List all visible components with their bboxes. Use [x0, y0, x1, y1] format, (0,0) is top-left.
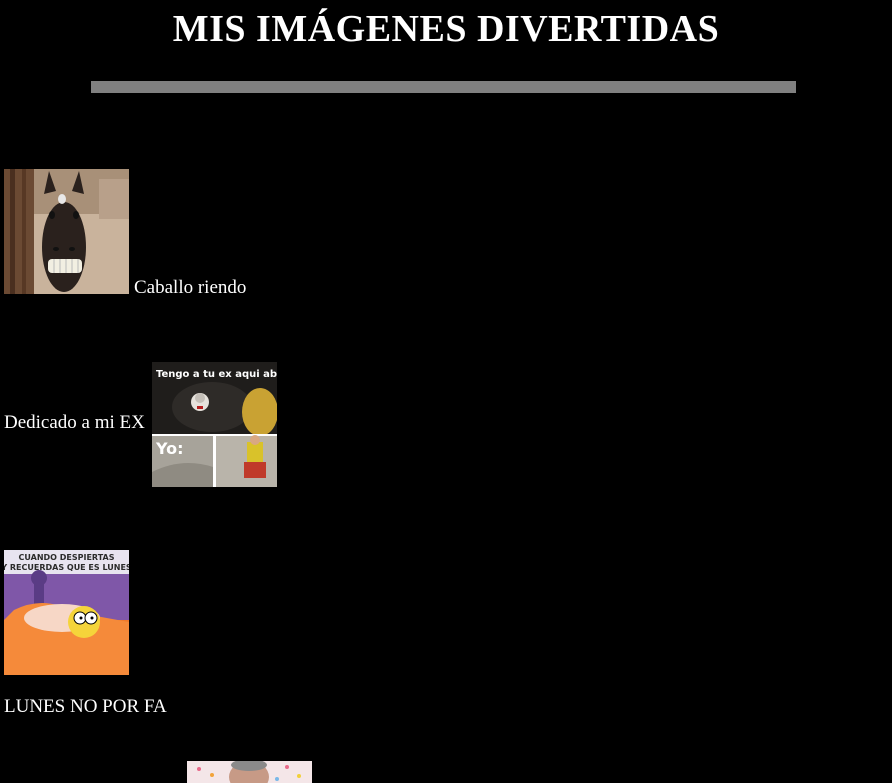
homer-monday-meme-image: CUANDO DESPIERTAS Y RECUERDAS QUE ES LUN… — [4, 550, 129, 675]
caption-caballo-riendo: Caballo riendo — [134, 277, 247, 298]
horizontal-rule — [91, 81, 796, 93]
meme-bottom-text: Yo: — [155, 439, 184, 458]
caption-lunes-no-por-fa: LUNES NO POR FA — [4, 696, 167, 717]
caption-dedicado-a-mi-ex: Dedicado a mi EX — [4, 412, 145, 433]
page: MIS IMÁGENES DIVERTIDAS Caballo riendo D… — [0, 0, 892, 783]
meme-top-text: Tengo a tu ex aqui abajo — [156, 369, 277, 380]
pennywise-meme-image: Tengo a tu ex aqui abajo Yo: — [152, 362, 277, 487]
laughing-horse-image — [4, 169, 129, 294]
page-title: MIS IMÁGENES DIVERTIDAS — [172, 8, 720, 50]
meme-text-line2: Y RECUERDAS QUE ES LUNES — [4, 563, 129, 572]
man-with-hearts-image — [187, 761, 312, 783]
meme-text-line1: CUANDO DESPIERTAS — [19, 553, 115, 562]
